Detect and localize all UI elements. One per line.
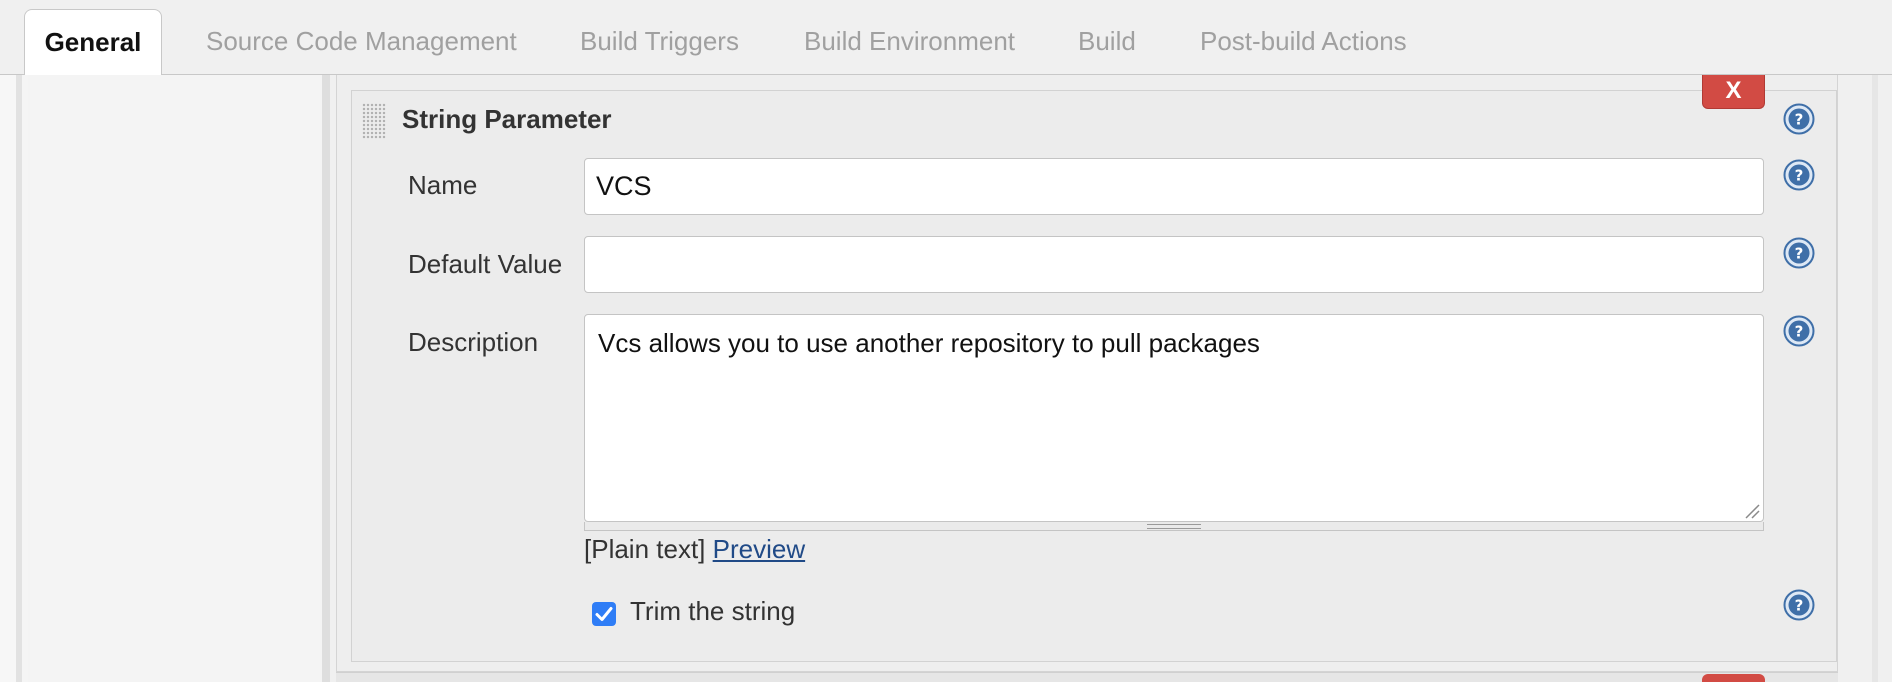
checkmark-icon [595, 607, 613, 621]
svg-text:?: ? [1795, 323, 1804, 341]
page-scrollbar[interactable] [1872, 75, 1878, 682]
default-value-input[interactable] [584, 236, 1764, 293]
default-value-label: Default Value [408, 249, 563, 279]
next-delete-button[interactable] [1702, 674, 1765, 682]
description-textarea[interactable]: Vcs allows you to use another repository… [584, 314, 1764, 522]
tab-build-environment[interactable]: Build Environment [804, 18, 1015, 64]
left-rail [0, 75, 22, 682]
trim-string-checkbox[interactable] [592, 602, 616, 626]
left-pane [28, 75, 322, 682]
name-label: Name [408, 170, 478, 200]
next-parameter-block [336, 672, 1838, 682]
drag-handle-icon[interactable] [362, 103, 386, 139]
tab-post-build-actions[interactable]: Post-build Actions [1200, 18, 1407, 64]
help-icon[interactable]: ? [1783, 315, 1815, 347]
trim-string-label: Trim the string [630, 596, 796, 626]
help-icon[interactable]: ? [1783, 159, 1815, 191]
svg-text:?: ? [1795, 167, 1804, 185]
preview-link[interactable]: Preview [713, 534, 805, 564]
parameter-title: String Parameter [402, 104, 612, 134]
tab-bar: General Source Code Management Build Tri… [0, 0, 1892, 75]
markup-info: [Plain text] Preview [584, 534, 805, 565]
grippie-icon [1147, 524, 1201, 529]
pane-divider [322, 75, 330, 682]
tab-build[interactable]: Build [1078, 18, 1136, 64]
name-input[interactable] [584, 158, 1764, 215]
svg-text:?: ? [1795, 597, 1804, 615]
tab-source-code-management[interactable]: Source Code Management [206, 18, 517, 64]
help-icon[interactable]: ? [1783, 237, 1815, 269]
description-label: Description [408, 327, 539, 357]
help-icon[interactable]: ? [1783, 589, 1815, 621]
resize-grip-icon[interactable] [1744, 503, 1760, 519]
help-icon[interactable]: ? [1783, 103, 1815, 135]
tab-general[interactable]: General [24, 9, 162, 75]
delete-parameter-button[interactable]: X [1702, 75, 1765, 109]
svg-text:?: ? [1795, 111, 1804, 129]
tab-build-triggers[interactable]: Build Triggers [580, 18, 739, 64]
plain-text-label: [Plain text] [584, 534, 706, 564]
svg-text:?: ? [1795, 245, 1804, 263]
